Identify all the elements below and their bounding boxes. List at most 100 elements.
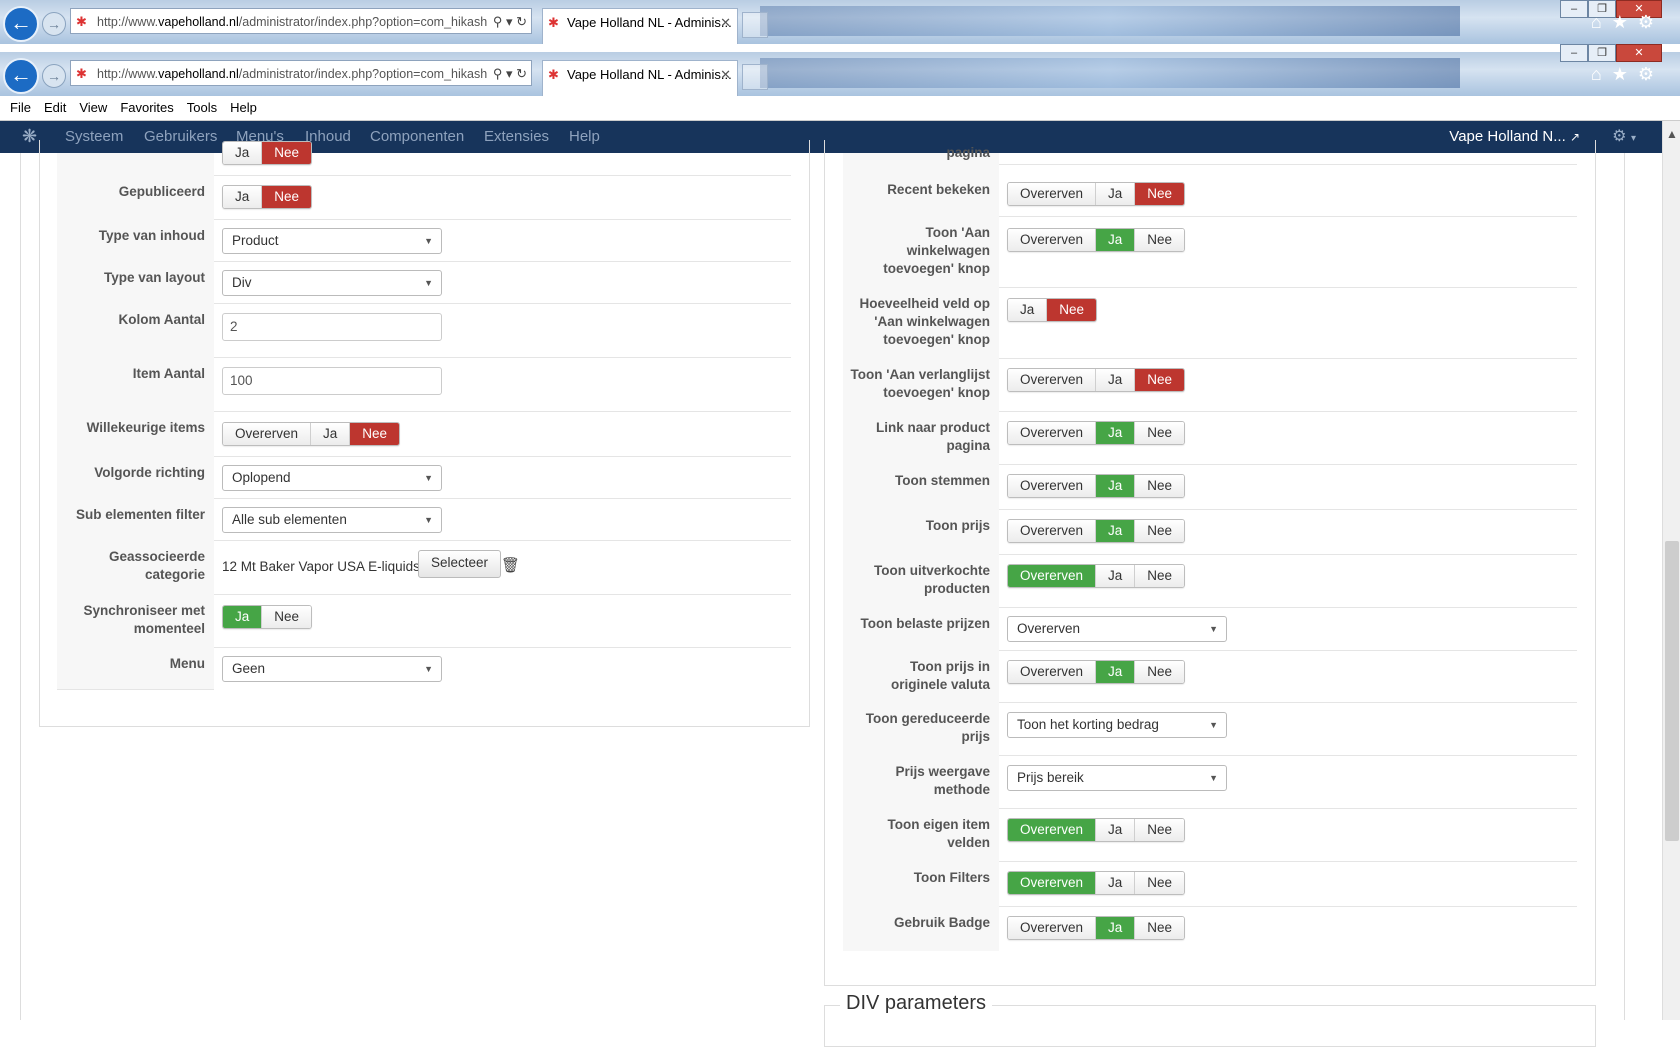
option-overerven[interactable]: Overerven	[223, 423, 312, 445]
option-overerven[interactable]: Overerven	[1008, 475, 1097, 497]
scrollbar-thumb[interactable]	[1665, 541, 1679, 841]
page-scrollbar[interactable]: ▲	[1662, 121, 1680, 1020]
minimize-icon-2[interactable]: –	[1560, 44, 1588, 62]
toggle-gepubliceerd[interactable]: Ja Nee	[222, 185, 313, 209]
option-nee[interactable]: Nee	[1135, 475, 1185, 497]
option-ja[interactable]: Ja	[1096, 369, 1136, 391]
option-ja[interactable]: Ja	[1096, 229, 1136, 251]
menu-favorites[interactable]: Favorites	[120, 96, 173, 120]
settings-gear-icon[interactable]: ⚙ ▾	[1612, 121, 1636, 155]
menu-help[interactable]: Help	[230, 96, 257, 120]
toggle-toon-verlanglijst-knop[interactable]: Overerven Ja Nee	[1007, 368, 1186, 392]
option-overerven[interactable]: Overerven	[1008, 183, 1097, 205]
option-ja[interactable]: Ja	[1096, 819, 1136, 841]
home-star-gear-icons-2[interactable]: ⌂★⚙	[1591, 64, 1664, 85]
option-ja[interactable]: Ja	[223, 606, 263, 628]
back-button-2[interactable]: ←	[3, 58, 39, 94]
select-sub-elementen-filter[interactable]: Alle sub elementen ▼	[222, 507, 442, 533]
close-window-icon-2[interactable]: ✕	[1616, 44, 1662, 62]
toggle-willekeurige-items[interactable]: Overerven Ja Nee	[222, 422, 401, 446]
partial-toggle[interactable]: Ja Nee	[222, 141, 313, 165]
browser-tab[interactable]: ✱ Vape Holland NL - Adminis... ✕	[542, 8, 738, 44]
toggle-toon-stemmen[interactable]: Overerven Ja Nee	[1007, 474, 1186, 498]
option-nee[interactable]: Nee	[262, 186, 312, 208]
select-menu[interactable]: Geen ▼	[222, 656, 442, 682]
option-nee[interactable]: Nee	[1135, 422, 1185, 444]
option-nee[interactable]: Nee	[350, 423, 400, 445]
option-ja[interactable]: Ja	[1096, 917, 1136, 939]
select-type-van-layout[interactable]: Div ▼	[222, 270, 442, 296]
select-toon-gereduceerde-prijs[interactable]: Toon het korting bedrag ▼	[1007, 712, 1227, 738]
toggle-toon-eigen-item-velden[interactable]: Overerven Ja Nee	[1007, 818, 1186, 842]
option-ja[interactable]: Ja	[1096, 475, 1136, 497]
option-nee[interactable]: Nee	[262, 142, 312, 164]
address-bar-2[interactable]: ✱ http://www.vapeholland.nl/administrato…	[70, 60, 532, 86]
toggle-toon-prijs-originele-valuta[interactable]: Overerven Ja Nee	[1007, 660, 1186, 684]
option-ja[interactable]: Ja	[1096, 661, 1136, 683]
home-star-gear-icons[interactable]: ⌂★⚙	[1591, 12, 1664, 33]
option-ja[interactable]: Ja	[223, 186, 263, 208]
option-nee[interactable]: Nee	[262, 606, 312, 628]
back-button[interactable]: ←	[3, 6, 39, 42]
minimize-icon[interactable]: –	[1560, 0, 1588, 18]
option-ja[interactable]: Ja	[223, 142, 263, 164]
option-ja[interactable]: Ja	[1096, 872, 1136, 894]
option-overerven[interactable]: Overerven	[1008, 917, 1097, 939]
option-nee[interactable]: Nee	[1135, 661, 1185, 683]
menu-tools[interactable]: Tools	[187, 96, 217, 120]
toggle-recent-bekeken[interactable]: Overerven Ja Nee	[1007, 182, 1186, 206]
option-nee[interactable]: Nee	[1135, 917, 1185, 939]
address-tools-icon-2[interactable]: ⚲ ▾ ↻	[493, 61, 527, 85]
new-tab-button[interactable]	[742, 12, 768, 38]
tab-close-icon[interactable]: ✕	[720, 9, 731, 37]
trash-icon[interactable]: 🗑	[501, 556, 520, 574]
select-toon-belaste-prijzen[interactable]: Overerven ▼	[1007, 616, 1227, 642]
toggle-toon-prijs[interactable]: Overerven Ja Nee	[1007, 519, 1186, 543]
restore-icon-2[interactable]: ❐	[1588, 44, 1616, 62]
option-ja[interactable]: Ja	[1096, 422, 1136, 444]
joomla-logo-icon[interactable]: ❋	[22, 126, 37, 147]
option-overerven[interactable]: Overerven	[1008, 520, 1097, 542]
option-overerven[interactable]: Overerven	[1008, 661, 1097, 683]
option-nee[interactable]: Nee	[1135, 183, 1185, 205]
option-nee[interactable]: Nee	[1135, 565, 1185, 587]
option-nee[interactable]: Nee	[1135, 819, 1185, 841]
menu-view[interactable]: View	[79, 96, 107, 120]
forward-button[interactable]: →	[42, 12, 66, 36]
toggle-synchroniseer[interactable]: Ja Nee	[222, 605, 313, 629]
option-ja[interactable]: Ja	[1008, 299, 1048, 321]
option-overerven[interactable]: Overerven	[1008, 819, 1097, 841]
toggle-toon-winkelwagen-knop[interactable]: Overerven Ja Nee	[1007, 228, 1186, 252]
option-overerven[interactable]: Overerven	[1008, 422, 1097, 444]
option-nee[interactable]: Nee	[1135, 369, 1185, 391]
option-ja[interactable]: Ja	[1096, 520, 1136, 542]
option-overerven[interactable]: Overerven	[1008, 872, 1097, 894]
toggle-hoeveelheid-veld[interactable]: Ja Nee	[1007, 298, 1098, 322]
forward-button-2[interactable]: →	[42, 64, 66, 88]
option-nee[interactable]: Nee	[1135, 520, 1185, 542]
option-overerven[interactable]: Overerven	[1008, 229, 1097, 251]
option-overerven[interactable]: Overerven	[1008, 565, 1097, 587]
toggle-link-product-pagina[interactable]: Overerven Ja Nee	[1007, 421, 1186, 445]
browser-tab-2[interactable]: ✱ Vape Holland NL - Adminis... ✕	[542, 60, 738, 96]
option-ja[interactable]: Ja	[1096, 183, 1136, 205]
select-prijs-weergave-methode[interactable]: Prijs bereik ▼	[1007, 765, 1227, 791]
input-kolom-aantal[interactable]: 2	[222, 313, 442, 341]
tab-close-icon-2[interactable]: ✕	[720, 61, 731, 89]
select-type-van-inhoud[interactable]: Product ▼	[222, 228, 442, 254]
option-nee[interactable]: Nee	[1135, 229, 1185, 251]
option-nee[interactable]: Nee	[1047, 299, 1097, 321]
toggle-toon-filters[interactable]: Overerven Ja Nee	[1007, 871, 1186, 895]
option-overerven[interactable]: Overerven	[1008, 369, 1097, 391]
menu-file[interactable]: File	[10, 96, 31, 120]
selecteer-button[interactable]: Selecteer	[418, 550, 502, 578]
select-volgorde-richting[interactable]: Oplopend ▼	[222, 465, 442, 491]
menu-edit[interactable]: Edit	[44, 96, 66, 120]
input-item-aantal[interactable]: 100	[222, 367, 442, 395]
address-tools-icon[interactable]: ⚲ ▾ ↻	[493, 9, 527, 33]
toggle-toon-uitverkochte[interactable]: Overerven Ja Nee	[1007, 564, 1186, 588]
new-tab-button-2[interactable]	[742, 64, 768, 90]
option-ja[interactable]: Ja	[311, 423, 351, 445]
option-nee[interactable]: Nee	[1135, 872, 1185, 894]
option-ja[interactable]: Ja	[1096, 565, 1136, 587]
